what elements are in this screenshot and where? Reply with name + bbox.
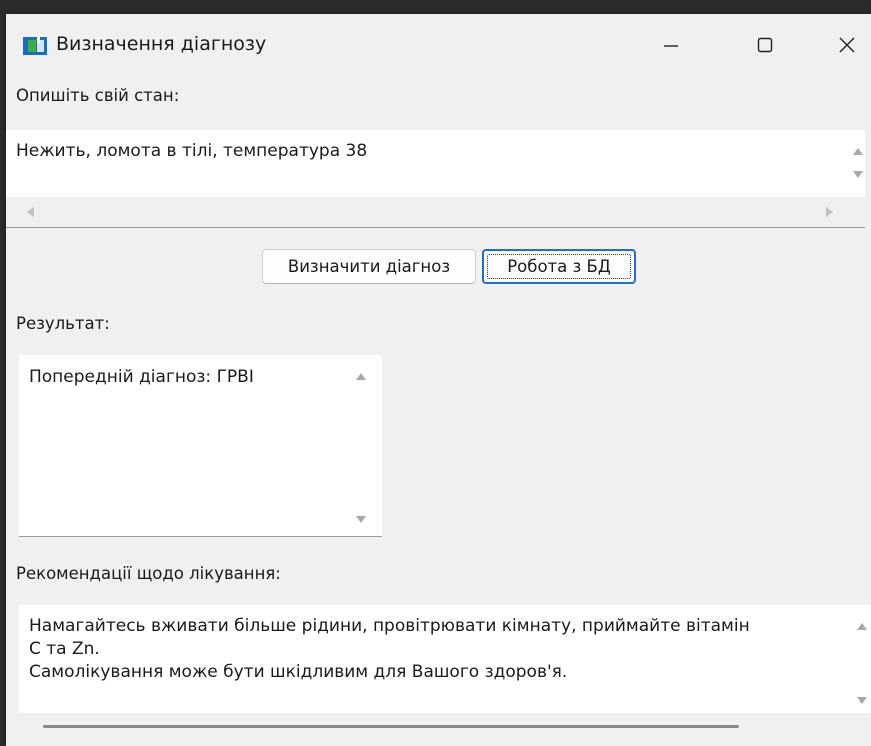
result-label: Результат: <box>16 314 110 333</box>
app-window: Визначення діагнозу Опишіть свій стан: Н… <box>6 14 871 746</box>
focus-ring <box>487 254 631 279</box>
recommendations-label: Рекомендації щодо лікування: <box>16 564 281 583</box>
scroll-up-icon[interactable] <box>857 623 867 630</box>
minimize-button[interactable] <box>648 28 694 62</box>
diagnose-button[interactable]: Визначити діагноз <box>262 249 476 284</box>
scroll-up-icon[interactable] <box>853 148 863 155</box>
recommendations-output[interactable]: Намагайтесь вживати більше рідини, прові… <box>19 605 871 746</box>
diagnose-button-label: Визначити діагноз <box>287 257 451 276</box>
close-icon <box>838 36 856 54</box>
result-output[interactable]: Попередній діагноз: ГРВІ <box>19 355 382 537</box>
maximize-icon <box>756 36 774 54</box>
scroll-down-icon[interactable] <box>853 171 863 178</box>
result-text: Попередній діагноз: ГРВІ <box>29 367 254 387</box>
window-title: Визначення діагнозу <box>56 33 267 55</box>
scroll-up-icon[interactable] <box>356 373 366 380</box>
horizontal-scrollbar[interactable] <box>19 713 871 746</box>
scroll-down-icon[interactable] <box>857 697 867 704</box>
horizontal-scroll-thumb[interactable] <box>43 725 739 728</box>
maximize-button[interactable] <box>742 28 788 62</box>
recommendations-text: Намагайтесь вживати більше рідини, прові… <box>29 616 750 682</box>
symptoms-input[interactable]: Нежить, ломота в тілі, температура 38 <box>6 130 865 228</box>
close-button[interactable] <box>824 28 870 62</box>
minimize-icon <box>662 36 680 54</box>
symptoms-label: Опишіть свій стан: <box>16 86 180 105</box>
title-bar[interactable]: Визначення діагнозу <box>6 14 871 76</box>
scroll-right-icon[interactable] <box>826 207 833 217</box>
database-button[interactable]: Робота з БД <box>482 249 636 284</box>
app-icon <box>23 37 47 55</box>
symptoms-text: Нежить, ломота в тілі, температура 38 <box>16 141 368 161</box>
horizontal-scrollbar[interactable] <box>6 197 865 227</box>
scroll-left-icon[interactable] <box>27 207 34 217</box>
scroll-down-icon[interactable] <box>356 516 366 523</box>
